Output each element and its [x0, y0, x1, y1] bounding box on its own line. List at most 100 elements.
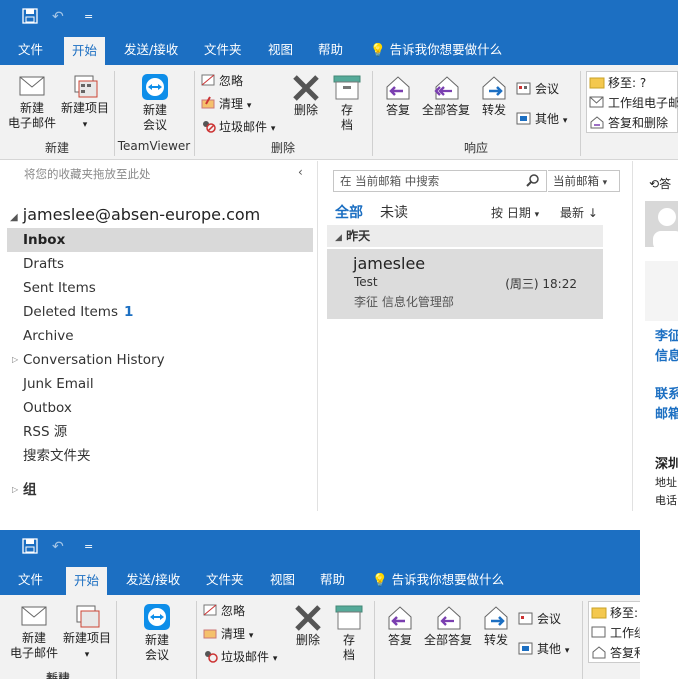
- forward-icon: [484, 606, 508, 630]
- quick-step-move-to[interactable]: 移至: ?: [589, 73, 646, 93]
- tab-view[interactable]: 视图: [262, 565, 303, 595]
- delete-button[interactable]: 删除: [288, 603, 328, 648]
- undo-icon[interactable]: ↶: [52, 8, 64, 26]
- favorites-drop-hint: 将您的收藏夹拖放至此处: [24, 167, 151, 181]
- more-button[interactable]: 其他 ▾: [516, 109, 567, 129]
- forward-button[interactable]: 转发: [476, 603, 516, 648]
- junk-button[interactable]: 垃圾邮件 ▾: [202, 647, 277, 667]
- delete-button[interactable]: 删除: [286, 73, 326, 118]
- group-new-label: 新建: [0, 671, 116, 679]
- message-preview: 李征 信息化管理部: [354, 295, 454, 309]
- ignore-button[interactable]: 忽略: [200, 71, 243, 91]
- ignore-button[interactable]: 忽略: [202, 601, 245, 621]
- meeting-button[interactable]: 会议: [518, 609, 561, 629]
- reply-all-button[interactable]: 全部答复: [420, 603, 476, 648]
- new-meeting-button[interactable]: 新建 会议: [122, 603, 192, 663]
- expand-triangle-icon[interactable]: ▷: [12, 478, 18, 502]
- save-icon[interactable]: [22, 8, 38, 29]
- signature-contact: 联系: [655, 387, 678, 402]
- tab-help[interactable]: 帮助: [310, 35, 351, 65]
- new-meeting-button[interactable]: 新建 会议: [120, 73, 190, 133]
- cleanup-button[interactable]: 清理 ▾: [202, 624, 253, 644]
- archive-button[interactable]: 存档: [330, 73, 364, 133]
- archive-icon: [335, 605, 363, 630]
- search-scope-dropdown[interactable]: 当前邮箱 ▾: [548, 170, 620, 192]
- tab-view[interactable]: 视图: [260, 35, 301, 65]
- cleanup-button[interactable]: 清理 ▾: [200, 94, 251, 114]
- search-input[interactable]: [334, 171, 514, 191]
- quick-step-reply-delete[interactable]: 答复和删除: [591, 643, 640, 662]
- folder-deleted-items[interactable]: Deleted Items 1: [7, 300, 313, 324]
- folder-archive[interactable]: Archive: [7, 324, 313, 348]
- tab-file[interactable]: 文件: [10, 35, 51, 65]
- new-email-button[interactable]: 新建 电子邮件: [6, 603, 62, 661]
- new-email-button[interactable]: 新建 电子邮件: [4, 73, 60, 131]
- forward-button[interactable]: 转发: [474, 73, 514, 118]
- new-items-icon: [76, 605, 100, 628]
- filter-tab-all[interactable]: 全部: [335, 202, 363, 222]
- collapse-pane-icon[interactable]: ‹: [298, 165, 303, 179]
- customize-toolbar-icon[interactable]: =: [84, 538, 93, 556]
- quick-step-team-email[interactable]: 工作组电子邮件: [591, 623, 640, 643]
- search-icon[interactable]: [526, 173, 540, 190]
- meeting-icon: [518, 611, 534, 625]
- account-header[interactable]: ◢ jameslee@absen-europe.com: [10, 205, 260, 224]
- tab-folder[interactable]: 文件夹: [198, 565, 252, 595]
- reply-button[interactable]: 答复: [380, 603, 420, 648]
- folder-outbox[interactable]: Outbox: [7, 396, 313, 420]
- ignore-icon: [202, 603, 218, 617]
- groups-header[interactable]: ▷ 组: [7, 478, 313, 502]
- reply-delete-icon: [589, 115, 605, 129]
- folder-drafts[interactable]: Drafts: [7, 252, 313, 276]
- new-email-icon: [19, 76, 45, 96]
- expand-triangle-icon[interactable]: ▷: [12, 348, 18, 372]
- tab-help[interactable]: 帮助: [312, 565, 353, 595]
- junk-button[interactable]: 垃圾邮件 ▾: [200, 117, 275, 137]
- quick-step-move-to[interactable]: 移至: ?: [591, 603, 640, 623]
- folder-rss[interactable]: RSS 源: [7, 420, 313, 444]
- quick-step-team-email[interactable]: 工作组电子邮件: [589, 93, 678, 113]
- tab-home[interactable]: 开始: [66, 567, 108, 595]
- customize-toolbar-icon[interactable]: =: [84, 8, 93, 26]
- reply-button[interactable]: 答复: [378, 73, 418, 118]
- search-box[interactable]: [333, 170, 547, 192]
- folder-search-folders[interactable]: 搜索文件夹: [7, 444, 313, 468]
- tell-me-box[interactable]: 💡 告诉我你想要做什么: [364, 565, 512, 595]
- save-icon[interactable]: [22, 538, 38, 559]
- tab-send-receive[interactable]: 发送/接收: [118, 565, 188, 595]
- new-items-button[interactable]: 新建项目 ▾: [60, 603, 114, 663]
- archive-icon: [333, 75, 361, 100]
- sort-by-dropdown[interactable]: 按 日期 ▾: [491, 204, 539, 221]
- message-item[interactable]: jameslee Test (周三) 18:22 李征 信息化管理部: [327, 249, 603, 319]
- team-email-icon: [591, 625, 607, 639]
- meeting-button[interactable]: 会议: [516, 79, 559, 99]
- expand-triangle-icon: ◢: [10, 212, 18, 223]
- folder-junk-email[interactable]: Junk Email: [7, 372, 313, 396]
- lightbulb-icon: 💡: [370, 42, 386, 57]
- new-items-button[interactable]: 新建项目 ▾: [58, 73, 112, 133]
- ribbon: 新建 电子邮件 新建项目 ▾ 新建 新建 会议 忽略 清理 ▾ 垃圾邮件 ▾ 删除 存…: [0, 595, 640, 679]
- ribbon-tabs: 文件 开始 发送/接收 文件夹 视图 帮助 💡 告诉我你想要做什么: [0, 35, 678, 65]
- folder-sent-items[interactable]: Sent Items: [7, 276, 313, 300]
- more-icon: [518, 641, 534, 655]
- tab-folder[interactable]: 文件夹: [196, 35, 250, 65]
- more-button[interactable]: 其他 ▾: [518, 639, 569, 659]
- folder-inbox[interactable]: Inbox: [7, 228, 313, 252]
- date-group-header[interactable]: ◢ 昨天: [327, 225, 603, 247]
- tab-file[interactable]: 文件: [10, 565, 51, 595]
- tab-home[interactable]: 开始: [64, 37, 106, 65]
- delete-icon: [293, 75, 319, 101]
- chevron-down-icon: ▾: [602, 178, 608, 188]
- reply-all-button[interactable]: 全部答复: [418, 73, 474, 118]
- chevron-down-icon: ▾: [84, 650, 90, 660]
- tell-me-box[interactable]: 💡 告诉我你想要做什么: [362, 35, 510, 65]
- folder-conversation-history[interactable]: ▷ Conversation History: [7, 348, 313, 372]
- folder-icon: [589, 75, 605, 89]
- undo-icon[interactable]: ↶: [52, 538, 64, 556]
- reading-reply-button[interactable]: ⟲答: [649, 175, 671, 192]
- sort-order-toggle[interactable]: 最新 ↓: [560, 204, 598, 221]
- filter-tab-unread[interactable]: 未读: [380, 202, 408, 222]
- archive-button[interactable]: 存档: [332, 603, 366, 663]
- tab-send-receive[interactable]: 发送/接收: [116, 35, 186, 65]
- quick-step-reply-delete[interactable]: 答复和删除: [589, 113, 668, 133]
